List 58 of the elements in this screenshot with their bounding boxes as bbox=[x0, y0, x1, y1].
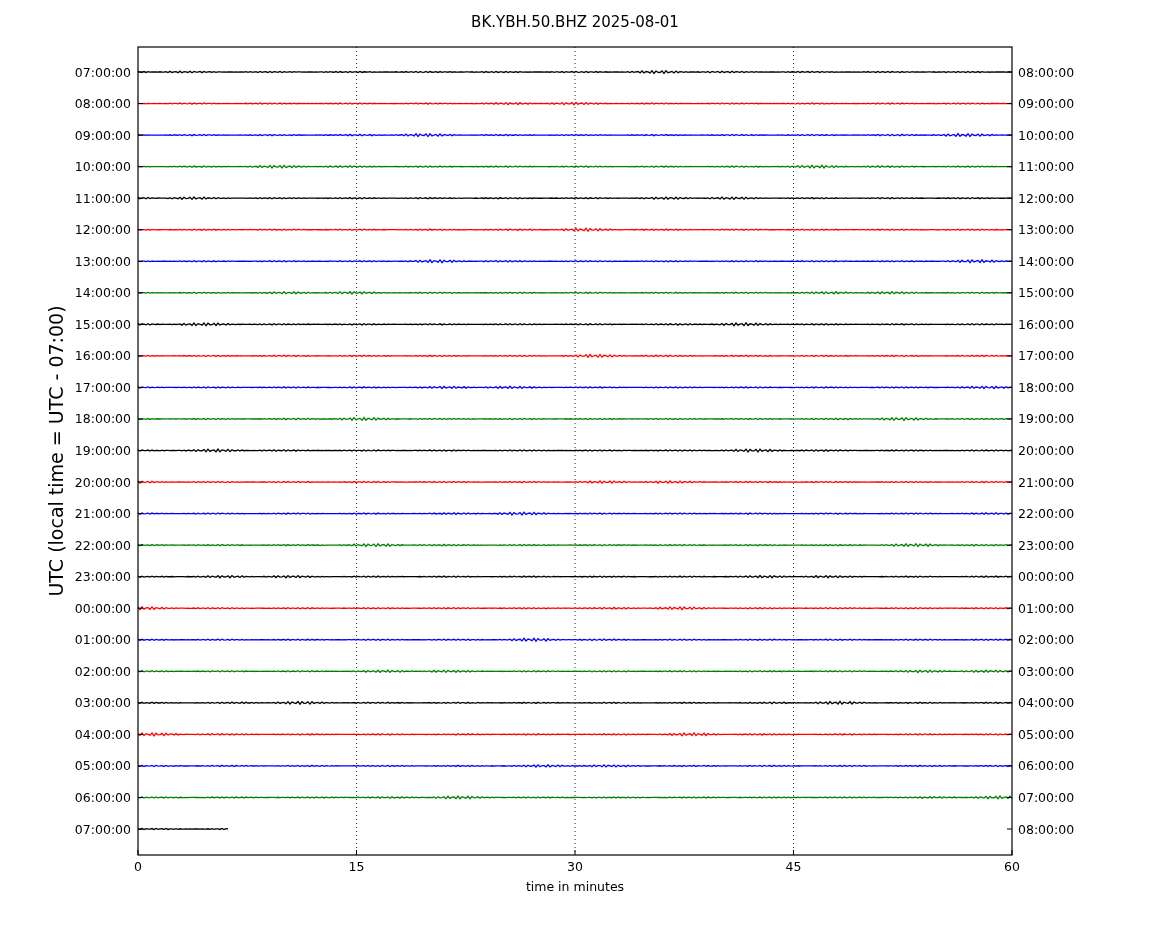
tick-label: 16:00:00 bbox=[74, 348, 131, 364]
tick-label: 15 bbox=[348, 859, 365, 874]
tick-label: 09:00:00 bbox=[74, 127, 131, 143]
tick-label: 06:00:00 bbox=[1018, 758, 1075, 774]
tick-label: 30 bbox=[567, 859, 583, 874]
tick-label: 23:00:00 bbox=[74, 569, 131, 585]
tick-label: 06:00:00 bbox=[74, 789, 131, 805]
tick-label: 11:00:00 bbox=[1018, 159, 1075, 175]
y-axis-label: UTC (local time = UTC - 07:00) bbox=[45, 305, 67, 597]
tick-label: 12:00:00 bbox=[74, 222, 131, 238]
tick-label: 11:00:00 bbox=[74, 190, 131, 206]
tick-label: 60 bbox=[1004, 859, 1020, 874]
tick-label: 19:00:00 bbox=[1018, 411, 1075, 427]
tick-label: 05:00:00 bbox=[1018, 726, 1075, 742]
tick-label: 02:00:00 bbox=[1018, 632, 1075, 648]
tick-label: 22:00:00 bbox=[1018, 506, 1075, 522]
tick-label: 18:00:00 bbox=[1018, 379, 1075, 395]
tick-label: 08:00:00 bbox=[1018, 821, 1075, 837]
tick-label: 13:00:00 bbox=[1018, 222, 1075, 238]
tick-label: 07:00:00 bbox=[74, 821, 131, 837]
tick-label: 08:00:00 bbox=[74, 96, 131, 112]
tick-label: 14:00:00 bbox=[1018, 253, 1075, 269]
tick-label: 02:00:00 bbox=[74, 663, 131, 679]
tick-label: 15:00:00 bbox=[1018, 285, 1075, 301]
tick-label: 23:00:00 bbox=[1018, 537, 1075, 553]
tick-label: 21:00:00 bbox=[74, 506, 131, 522]
tick-label: 19:00:00 bbox=[74, 443, 131, 458]
tick-label: 10:00:00 bbox=[1018, 127, 1075, 143]
tick-label: 01:00:00 bbox=[74, 632, 131, 648]
tick-label: 07:00:00 bbox=[1018, 789, 1075, 805]
tick-label: 45 bbox=[785, 859, 802, 874]
tick-label: 20:00:00 bbox=[1018, 443, 1075, 458]
plot-title: BK.YBH.50.BHZ 2025-08-01 bbox=[471, 13, 679, 31]
tick-label: 07:00:00 bbox=[74, 64, 131, 80]
tick-label: 18:00:00 bbox=[74, 411, 131, 427]
tick-label: 17:00:00 bbox=[1018, 348, 1075, 364]
tick-label: 10:00:00 bbox=[74, 159, 131, 175]
tick-label: 04:00:00 bbox=[74, 726, 131, 742]
tick-label: 15:00:00 bbox=[74, 316, 131, 332]
x-axis-label: time in minutes bbox=[525, 879, 625, 894]
tick-label: 09:00:00 bbox=[1018, 96, 1075, 112]
tick-label: 0 bbox=[134, 859, 142, 874]
tick-label: 03:00:00 bbox=[1018, 663, 1075, 679]
tick-label: 16:00:00 bbox=[1018, 316, 1075, 332]
tick-label: 13:00:00 bbox=[74, 253, 131, 269]
tick-label: 22:00:00 bbox=[74, 537, 131, 553]
tick-label: 04:00:00 bbox=[1018, 695, 1075, 711]
tick-label: 08:00:00 bbox=[1018, 64, 1075, 80]
tick-label: 20:00:00 bbox=[74, 474, 131, 490]
tick-label: 21:00:00 bbox=[1018, 474, 1075, 490]
tick-label: 01:00:00 bbox=[1018, 600, 1075, 616]
tick-label: 03:00:00 bbox=[74, 695, 131, 711]
tick-label: 14:00:00 bbox=[74, 285, 131, 301]
tick-label: 12:00:00 bbox=[1018, 190, 1075, 206]
tick-label: 00:00:00 bbox=[1018, 569, 1075, 585]
tick-label: 00:00:00 bbox=[74, 600, 131, 616]
tick-label: 17:00:00 bbox=[74, 379, 131, 395]
tick-label: 05:00:00 bbox=[74, 758, 131, 774]
